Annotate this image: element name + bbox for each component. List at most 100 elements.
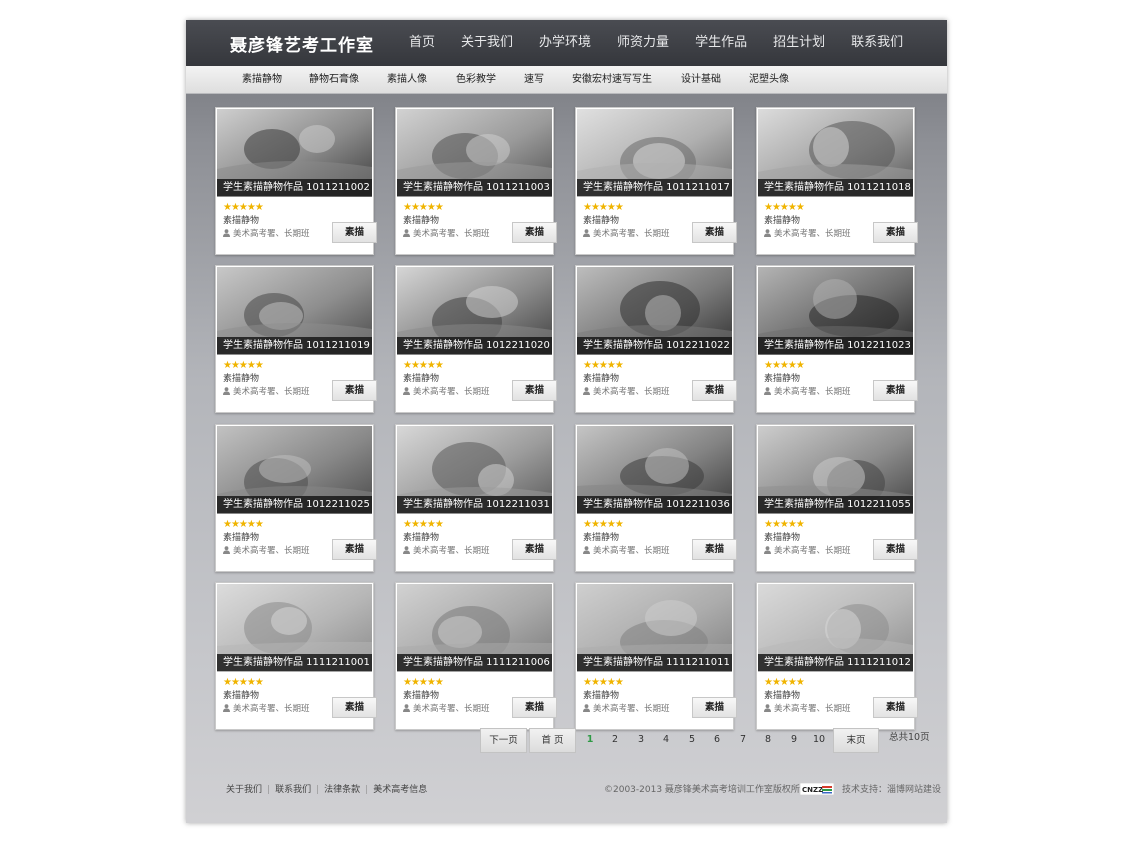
main-nav: 首页 关于我们 办学环境 师资力量 学生作品 招生计划 联系我们 (396, 20, 916, 66)
tag-button[interactable]: 素描 (512, 697, 557, 718)
work-title[interactable]: 学生素描静物作品 1111211011 (577, 654, 732, 671)
tag-button[interactable]: 素描 (512, 222, 557, 243)
work-category: 素描静物 (223, 216, 260, 226)
tag-button[interactable]: 素描 (512, 380, 557, 401)
page-number-9[interactable]: 9 (787, 728, 801, 751)
tag-button[interactable]: 素描 (873, 380, 918, 401)
subnav-plaster-still-life[interactable]: 静物石膏像 (309, 66, 359, 93)
page-number-4[interactable]: 4 (659, 728, 673, 751)
subnav-hongcun-sketch[interactable]: 安徽宏村速写写生 (572, 66, 652, 93)
nav-student-works[interactable]: 学生作品 (682, 20, 760, 66)
tag-button[interactable]: 素描 (512, 539, 557, 560)
tag-button[interactable]: 素描 (873, 697, 918, 718)
work-category: 素描静物 (223, 533, 260, 543)
work-meta: 美术高考署、长期班 (764, 546, 851, 557)
work-title[interactable]: 学生素描静物作品 1012211025 (217, 496, 372, 513)
tag-button[interactable]: 素描 (332, 222, 377, 243)
rating-stars: ★★★★★ (403, 202, 444, 213)
tag-button[interactable]: 素描 (692, 380, 737, 401)
rating-stars: ★★★★★ (223, 677, 264, 688)
work-title[interactable]: 学生素描静物作品 1012211022 (577, 337, 732, 354)
nav-environment[interactable]: 办学环境 (526, 20, 604, 66)
nav-enrollment[interactable]: 招生计划 (760, 20, 838, 66)
work-title[interactable]: 学生素描静物作品 1011211019 (217, 337, 372, 354)
footer-link-about[interactable]: 关于我们 (226, 785, 262, 795)
page-number-5[interactable]: 5 (685, 728, 699, 751)
page-number-2[interactable]: 2 (608, 728, 622, 751)
user-icon (403, 387, 410, 395)
work-title[interactable]: 学生素描静物作品 1111211012 (758, 654, 913, 671)
copyright-text: ©2003-2013 聂彦锋美术高考培训工作室版权所有 (604, 785, 809, 795)
footer-link-contact[interactable]: 联系我们 (275, 785, 311, 795)
page-number-6[interactable]: 6 (710, 728, 724, 751)
tag-button[interactable]: 素描 (692, 222, 737, 243)
page-number-8[interactable]: 8 (761, 728, 775, 751)
tag-button[interactable]: 素描 (332, 380, 377, 401)
rating-stars: ★★★★★ (764, 360, 805, 371)
footer-link-art-exam-info[interactable]: 美术高考信息 (373, 785, 427, 795)
work-category: 素描静物 (583, 374, 620, 384)
tag-button[interactable]: 素描 (332, 539, 377, 560)
page-number-1[interactable]: 1 (583, 728, 597, 751)
nav-teachers[interactable]: 师资力量 (604, 20, 682, 66)
work-title[interactable]: 学生素描静物作品 1012211031 (397, 496, 552, 513)
work-category: 素描静物 (583, 216, 620, 226)
site-header: 聂彦锋艺考工作室 首页 关于我们 办学环境 师资力量 学生作品 招生计划 联系我… (186, 20, 947, 66)
work-category: 素描静物 (403, 374, 440, 384)
first-page-button[interactable]: 首 页 (529, 728, 576, 753)
subnav-design-basics[interactable]: 设计基础 (681, 66, 721, 93)
page-number-7[interactable]: 7 (736, 728, 750, 751)
work-title[interactable]: 学生素描静物作品 1111211006 (397, 654, 552, 671)
tech-support-text[interactable]: 技术支持：淄博网站建设 (842, 784, 941, 796)
work-meta: 美术高考署、长期班 (403, 546, 490, 557)
work-meta-text: 美术高考署、长期班 (774, 229, 851, 239)
tag-button[interactable]: 素描 (332, 697, 377, 718)
total-pages: 总共10页 (889, 732, 930, 743)
work-title[interactable]: 学生素描静物作品 1012211023 (758, 337, 913, 354)
user-icon (403, 704, 410, 712)
tag-button[interactable]: 素描 (873, 539, 918, 560)
work-meta: 美术高考署、长期班 (583, 546, 670, 557)
work-meta: 美术高考署、长期班 (583, 387, 670, 398)
subnav-clay-head[interactable]: 泥塑头像 (749, 66, 789, 93)
cnzz-badge[interactable]: CNZZ (800, 783, 834, 795)
sub-nav: 素描静物 静物石膏像 素描人像 色彩教学 速写 安徽宏村速写写生 设计基础 泥塑… (186, 66, 947, 94)
work-title[interactable]: 学生素描静物作品 1012211020 (397, 337, 552, 354)
user-icon (223, 229, 230, 237)
work-title[interactable]: 学生素描静物作品 1111211001 (217, 654, 372, 671)
footer-separator: | (316, 785, 320, 795)
work-meta-text: 美术高考署、长期班 (413, 387, 490, 397)
work-meta-text: 美术高考署、长期班 (233, 704, 310, 714)
next-page-button[interactable]: 下一页 (480, 728, 527, 753)
subnav-sketch-portrait[interactable]: 素描人像 (387, 66, 427, 93)
page-number-3[interactable]: 3 (634, 728, 648, 751)
tag-button[interactable]: 素描 (873, 222, 918, 243)
nav-contact[interactable]: 联系我们 (838, 20, 916, 66)
work-meta-text: 美术高考署、长期班 (233, 546, 310, 556)
site-logo[interactable]: 聂彦锋艺考工作室 (230, 31, 374, 56)
nav-about[interactable]: 关于我们 (448, 20, 526, 66)
work-meta-text: 美术高考署、长期班 (413, 546, 490, 556)
work-category: 素描静物 (764, 691, 801, 701)
rating-stars: ★★★★★ (403, 360, 444, 371)
work-title[interactable]: 学生素描静物作品 1012211036 (577, 496, 732, 513)
footer-separator: | (267, 785, 271, 795)
subnav-sketch-still-life[interactable]: 素描静物 (242, 66, 282, 93)
work-title[interactable]: 学生素描静物作品 1011211002 (217, 179, 372, 196)
work-title[interactable]: 学生素描静物作品 1012211055 (758, 496, 913, 513)
user-icon (403, 229, 410, 237)
footer-link-legal[interactable]: 法律条款 (324, 785, 360, 795)
subnav-color-teaching[interactable]: 色彩教学 (456, 66, 496, 93)
work-meta-text: 美术高考署、长期班 (593, 704, 670, 714)
page-number-10[interactable]: 10 (812, 728, 826, 751)
work-meta-text: 美术高考署、长期班 (413, 229, 490, 239)
tag-button[interactable]: 素描 (692, 539, 737, 560)
work-title[interactable]: 学生素描静物作品 1011211003 (397, 179, 552, 196)
work-category: 素描静物 (764, 533, 801, 543)
work-title[interactable]: 学生素描静物作品 1011211018 (758, 179, 913, 196)
work-title[interactable]: 学生素描静物作品 1011211017 (577, 179, 732, 196)
tag-button[interactable]: 素描 (692, 697, 737, 718)
nav-home[interactable]: 首页 (396, 20, 448, 66)
last-page-button[interactable]: 末页 (833, 728, 879, 753)
subnav-quick-sketch[interactable]: 速写 (524, 66, 544, 93)
